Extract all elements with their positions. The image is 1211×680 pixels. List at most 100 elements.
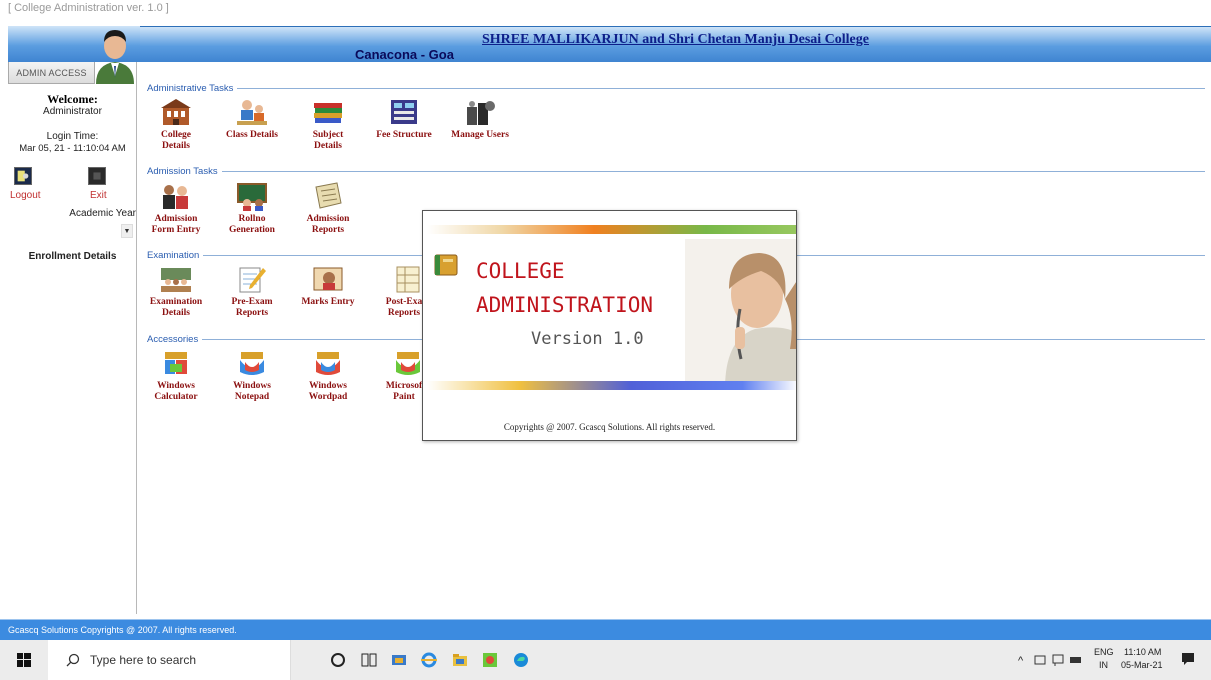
footer-copyright: Gcascq Solutions Copyrights @ 2007. All … (8, 625, 237, 635)
taskbar-search-input[interactable]: Type here to search (48, 640, 291, 680)
admission-people-icon (163, 185, 188, 209)
splash-copyright: Copyrights @ 2007. Gcascq Solutions. All… (503, 422, 716, 432)
internet-explorer-icon[interactable] (420, 651, 438, 669)
exit-icon[interactable] (88, 167, 106, 185)
fee-structure-button[interactable]: Fee Structure (366, 97, 442, 141)
admission-reports-button[interactable]: Admission Reports (290, 181, 366, 236)
tile-label: Windows (309, 381, 347, 391)
tile-label: Admission (154, 214, 198, 224)
paint-icon (396, 352, 420, 375)
marks-entry-icon (313, 267, 343, 291)
book-icon (434, 254, 458, 276)
logout-button[interactable]: Logout (10, 190, 41, 201)
app-window: [ College Administration ver. 1.0 ] SHRE… (0, 0, 1211, 680)
battery-icon[interactable] (1069, 653, 1083, 667)
tile-label: Notepad (234, 392, 270, 402)
section-admission-tasks: Admission Tasks (147, 166, 1205, 177)
college-name: SHREE MALLIKARJUN and Shri Chetan Manju … (482, 32, 869, 47)
tile-label: College (160, 130, 192, 140)
notifications-icon[interactable] (1181, 652, 1195, 666)
control-panel-icon[interactable] (390, 651, 408, 669)
enrollment-details-label: Enrollment Details (28, 251, 117, 262)
exam-hall-icon (161, 268, 191, 292)
user-name: Administrator (43, 106, 102, 117)
windows-logo-icon (17, 653, 31, 667)
splash-bottom-stripe (427, 381, 796, 390)
admin-access-label: ADMIN ACCESS (8, 62, 95, 84)
rollno-generation-button[interactable]: Rollno Generation (214, 181, 290, 236)
tile-label: Reports (311, 225, 345, 235)
tile-label: Details (314, 141, 342, 151)
wordpad-icon (316, 352, 340, 375)
start-button[interactable] (0, 640, 48, 680)
users-icon (467, 101, 495, 125)
cortana-icon[interactable] (329, 651, 347, 669)
clock-date[interactable]: 05-Mar-21 (1121, 660, 1163, 670)
academic-year-dropdown[interactable]: ▼ (121, 224, 133, 238)
tile-label: Manage Users (451, 130, 509, 140)
admin-avatar-icon (96, 30, 134, 84)
subject-details-button[interactable]: Subject Details (290, 97, 366, 152)
tile-label: Rollno (238, 214, 266, 224)
splash-dialog: COLLEGE ADMINISTRATION Version 1.0 Copyr… (422, 210, 797, 441)
splash-version: Version 1.0 (531, 329, 644, 349)
windows-calculator-button[interactable]: Windows Calculator (138, 348, 214, 403)
pre-exam-reports-button[interactable]: Pre-Exam Reports (214, 264, 290, 319)
books-icon (314, 103, 342, 123)
tile-label: Windows (157, 381, 195, 391)
admission-form-entry-button[interactable]: Admission Form Entry (138, 181, 214, 236)
tile-label: Admission (306, 214, 350, 224)
windows-notepad-button[interactable]: Windows Notepad (214, 348, 290, 403)
marks-entry-button[interactable]: Marks Entry (290, 264, 366, 308)
section-divider (147, 88, 1205, 89)
search-placeholder: Type here to search (90, 653, 197, 667)
edge-browser-icon[interactable] (512, 651, 530, 669)
chat-icon[interactable] (1051, 653, 1065, 667)
notepad-pencil-icon (239, 267, 266, 293)
tile-label: Pre-Exam (231, 297, 273, 307)
welcome-heading: Welcome: (47, 92, 98, 106)
window-title: [ College Administration ver. 1.0 ] (8, 2, 169, 14)
tile-label: Details (162, 308, 190, 318)
network-icon[interactable] (1033, 653, 1047, 667)
tile-label: Reports (235, 308, 269, 318)
search-icon (66, 653, 80, 667)
tile-label: Examination (149, 297, 203, 307)
notepad-icon (240, 352, 264, 375)
logout-icon[interactable] (14, 167, 32, 185)
college-header: SHREE MALLIKARJUN and Shri Chetan Manju … (140, 26, 1211, 62)
tile-label: Class Details (226, 130, 278, 140)
tile-label: Details (162, 141, 190, 151)
academic-year-label: Academic Year (69, 208, 136, 219)
section-label: Examination (147, 250, 204, 261)
tile-label: Form Entry (151, 225, 201, 235)
section-label: Administrative Tasks (147, 83, 238, 94)
exit-button[interactable]: Exit (90, 190, 107, 201)
clock-time[interactable]: 11:10 AM (1124, 647, 1161, 657)
tile-label: Windows (233, 381, 271, 391)
tile-label: Wordpad (308, 392, 348, 402)
tile-label: Fee Structure (376, 130, 432, 140)
grid-report-icon (396, 266, 420, 293)
calculator-icon (165, 352, 187, 374)
section-label: Admission Tasks (147, 166, 222, 177)
fee-chart-icon (391, 100, 417, 124)
input-language[interactable]: ENG (1094, 647, 1114, 657)
classroom-icon (237, 100, 267, 125)
windows-wordpad-button[interactable]: Windows Wordpad (290, 348, 366, 403)
task-view-icon[interactable] (360, 651, 378, 669)
chevron-down-icon: ▼ (123, 227, 131, 235)
examination-details-button[interactable]: Examination Details (138, 264, 214, 319)
chevron-up-icon[interactable]: ^ (1018, 655, 1023, 667)
tile-label: Generation (229, 225, 275, 235)
class-details-button[interactable]: Class Details (214, 97, 290, 141)
college-details-button[interactable]: College Details (138, 97, 214, 152)
status-footer: Gcascq Solutions Copyrights @ 2007. All … (0, 619, 1211, 640)
input-region[interactable]: IN (1099, 660, 1108, 670)
splash-title-line2: ADMINISTRATION (476, 293, 654, 317)
app-icon[interactable] (481, 651, 499, 669)
college-location: Canacona - Goa (355, 47, 454, 62)
file-explorer-icon[interactable] (451, 651, 469, 669)
manage-users-button[interactable]: Manage Users (442, 97, 518, 141)
tile-label: Marks Entry (301, 297, 355, 307)
